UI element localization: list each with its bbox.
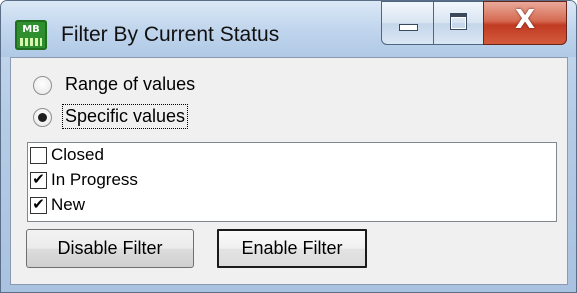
radio-button[interactable] bbox=[33, 108, 52, 127]
window-title: Filter By Current Status bbox=[61, 23, 280, 46]
maximize-button[interactable] bbox=[433, 1, 484, 45]
title-bar[interactable]: MB Filter By Current Status X bbox=[1, 1, 576, 57]
app-icon-text: MB bbox=[22, 24, 40, 35]
checkbox[interactable] bbox=[30, 195, 47, 214]
checkbox[interactable] bbox=[30, 147, 47, 164]
close-icon: X bbox=[514, 5, 536, 35]
dialog-client-area: Range of values Specific values Closed I… bbox=[10, 57, 568, 285]
list-item-label[interactable]: New bbox=[51, 195, 85, 215]
disable-filter-button[interactable]: Disable Filter bbox=[26, 229, 194, 268]
app-icon-bars bbox=[20, 38, 42, 46]
radio-label[interactable]: Range of values bbox=[63, 73, 197, 96]
radio-button[interactable] bbox=[33, 76, 52, 95]
minimize-button[interactable] bbox=[381, 1, 434, 45]
filter-window: MB Filter By Current Status X Range of v… bbox=[0, 0, 577, 293]
status-values-list[interactable]: Closed In Progress New bbox=[27, 142, 557, 222]
close-button[interactable]: X bbox=[483, 1, 567, 45]
checkbox[interactable] bbox=[30, 170, 47, 189]
app-icon[interactable]: MB bbox=[15, 20, 47, 50]
maximize-icon bbox=[450, 13, 467, 30]
list-item-label[interactable]: Closed bbox=[51, 145, 104, 165]
enable-filter-button[interactable]: Enable Filter bbox=[217, 229, 367, 268]
minimize-icon bbox=[399, 24, 418, 31]
list-item-label[interactable]: In Progress bbox=[51, 170, 138, 190]
radio-label[interactable]: Specific values bbox=[61, 104, 189, 129]
